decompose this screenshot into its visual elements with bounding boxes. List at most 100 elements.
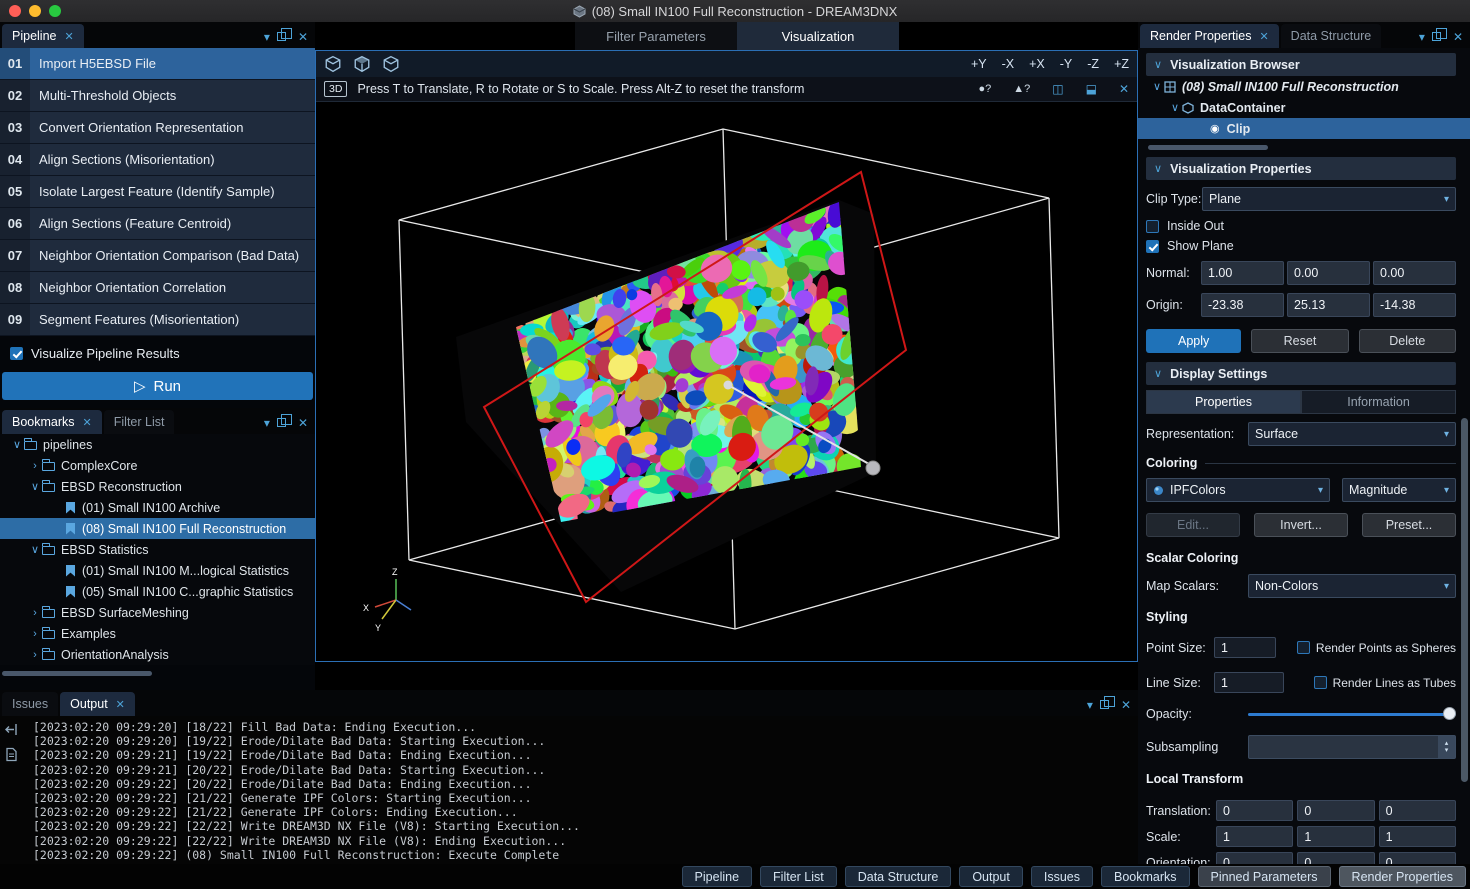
origin-z-input[interactable] [1373, 293, 1456, 317]
save-log-icon[interactable] [4, 747, 19, 762]
camera-minus-x-button[interactable]: -X [1002, 57, 1015, 71]
float-dock-icon[interactable] [1100, 700, 1109, 709]
orientation-y-input[interactable] [1297, 852, 1374, 864]
chevron-right-icon[interactable]: › [28, 628, 42, 640]
visibility-eye-icon[interactable]: ◉ [1210, 122, 1220, 135]
close-tab-icon[interactable]: ✕ [1259, 30, 1268, 43]
chevron-right-icon[interactable]: › [28, 649, 42, 661]
pipeline-item[interactable]: 07 Neighbor Orientation Comparison (Bad … [0, 240, 315, 272]
toggle-output-button[interactable]: Output [959, 866, 1023, 887]
tree-item-ebsd-surfacemeshing[interactable]: › EBSD SurfaceMeshing [0, 602, 315, 623]
close-tab-icon[interactable]: ✕ [116, 698, 125, 711]
tab-filter-list[interactable]: Filter List [104, 410, 175, 434]
tree-item-orientationanalysis[interactable]: › OrientationAnalysis [0, 644, 315, 665]
browser-item-dataset[interactable]: ∨ (08) Small IN100 Full Reconstruction [1146, 76, 1456, 97]
scale-x-input[interactable] [1216, 826, 1293, 847]
toggle-render-properties-button[interactable]: Render Properties [1339, 866, 1466, 887]
pipeline-item[interactable]: 09 Segment Features (Misorientation) [0, 304, 315, 336]
translation-x-input[interactable] [1216, 800, 1293, 821]
tree-item-small-in100-archive[interactable]: (01) Small IN100 Archive [0, 497, 315, 518]
toggle-data-structure-button[interactable]: Data Structure [845, 866, 952, 887]
opacity-slider[interactable] [1248, 704, 1456, 724]
render-lines-tubes-checkbox[interactable] [1314, 676, 1327, 689]
tab-issues[interactable]: Issues [2, 692, 58, 716]
camera-minus-y-button[interactable]: -Y [1060, 57, 1073, 71]
toggle-pinned-parameters-button[interactable]: Pinned Parameters [1198, 866, 1331, 887]
translation-y-input[interactable] [1297, 800, 1374, 821]
normal-z-input[interactable] [1373, 261, 1456, 285]
dock-menu-icon[interactable]: ▾ [264, 31, 270, 43]
run-pipeline-button[interactable]: ▷ Run [2, 372, 313, 400]
tree-item-small-in100-full-reconstruction[interactable]: (08) Small IN100 Full Reconstruction [0, 518, 315, 539]
spin-up-icon[interactable]: ▴ [1445, 740, 1449, 747]
render-points-spheres-checkbox[interactable] [1297, 641, 1310, 654]
camera-plus-z-button[interactable]: +Z [1114, 57, 1129, 71]
spin-down-icon[interactable]: ▾ [1445, 747, 1449, 754]
opacity-slider-handle[interactable] [1443, 707, 1456, 720]
fit-view-icon[interactable] [353, 55, 371, 73]
chevron-down-icon[interactable]: ∨ [28, 480, 42, 493]
orientation-x-input[interactable] [1216, 852, 1293, 864]
close-dock-icon[interactable]: ✕ [1453, 31, 1463, 43]
apply-button[interactable]: Apply [1146, 329, 1241, 353]
tab-bookmarks[interactable]: Bookmarks ✕ [2, 410, 102, 434]
display-settings-header[interactable]: ∨ Display Settings [1146, 362, 1456, 385]
toggle-bookmarks-button[interactable]: Bookmarks [1101, 866, 1190, 887]
toggle-filter-list-button[interactable]: Filter List [760, 866, 837, 887]
close-window-button[interactable] [9, 5, 21, 17]
orientation-cube-icon[interactable] [382, 55, 400, 73]
edit-colors-button[interactable]: Edit... [1146, 513, 1240, 537]
normal-x-input[interactable] [1201, 261, 1284, 285]
delete-button[interactable]: Delete [1359, 329, 1456, 353]
tab-visualization[interactable]: Visualization [737, 22, 899, 50]
float-dock-icon[interactable] [277, 32, 286, 41]
origin-x-input[interactable] [1201, 293, 1284, 317]
pipeline-item[interactable]: 06 Align Sections (Feature Centroid) [0, 208, 315, 240]
preset-colors-button[interactable]: Preset... [1362, 513, 1456, 537]
scale-z-input[interactable] [1379, 826, 1456, 847]
tree-item-crystallographic-statistics[interactable]: (05) Small IN100 C...graphic Statistics [0, 581, 315, 602]
tree-item-ebsd-statistics[interactable]: ∨ EBSD Statistics [0, 539, 315, 560]
origin-y-input[interactable] [1287, 293, 1370, 317]
camera-plus-y-button[interactable]: +Y [971, 57, 987, 71]
zoom-window-button[interactable] [49, 5, 61, 17]
tree-item-ebsd-reconstruction[interactable]: ∨ EBSD Reconstruction [0, 476, 315, 497]
chevron-down-icon[interactable]: ∨ [28, 543, 42, 556]
scrollbar-thumb[interactable] [1148, 145, 1268, 150]
tab-information[interactable]: Information [1301, 390, 1456, 414]
browser-item-datacontainer[interactable]: ∨ DataContainer [1146, 97, 1456, 118]
orientation-z-input[interactable] [1379, 852, 1456, 864]
clip-type-dropdown[interactable]: Plane ▾ [1202, 187, 1456, 211]
toggle-issues-button[interactable]: Issues [1031, 866, 1093, 887]
pipeline-item[interactable]: 01 Import H5EBSD File [0, 48, 315, 80]
close-dock-icon[interactable]: ✕ [298, 31, 308, 43]
show-plane-checkbox[interactable] [1146, 240, 1159, 253]
auto-scroll-icon[interactable] [4, 722, 19, 737]
visualize-results-checkbox[interactable] [10, 347, 23, 360]
point-size-input[interactable] [1214, 637, 1276, 658]
translation-z-input[interactable] [1379, 800, 1456, 821]
map-scalars-dropdown[interactable]: Non-Colors ▾ [1248, 574, 1456, 598]
tab-data-structure[interactable]: Data Structure [1281, 24, 1382, 48]
float-dock-icon[interactable] [277, 418, 286, 427]
tab-render-properties[interactable]: Render Properties ✕ [1140, 24, 1279, 48]
visualization-properties-header[interactable]: ∨ Visualization Properties [1146, 157, 1456, 180]
render-viewport-3d[interactable]: Z X Y [316, 102, 1137, 661]
pipeline-item[interactable]: 08 Neighbor Orientation Correlation [0, 272, 315, 304]
tab-filter-parameters[interactable]: Filter Parameters [575, 22, 737, 50]
close-tab-icon[interactable]: ✕ [83, 416, 92, 429]
invert-colors-button[interactable]: Invert... [1254, 513, 1348, 537]
pipeline-item[interactable]: 05 Isolate Largest Feature (Identify Sam… [0, 176, 315, 208]
chevron-down-icon[interactable]: ∨ [10, 438, 24, 451]
scrollbar-thumb[interactable] [2, 671, 152, 676]
query-cell-icon[interactable]: ▲? [1013, 83, 1030, 95]
dock-menu-icon[interactable]: ▾ [264, 417, 270, 429]
close-dock-icon[interactable]: ✕ [298, 417, 308, 429]
chevron-right-icon[interactable]: › [28, 607, 42, 619]
pipeline-item[interactable]: 02 Multi-Threshold Objects [0, 80, 315, 112]
component-dropdown[interactable]: Magnitude ▾ [1342, 478, 1456, 502]
float-dock-icon[interactable] [1432, 32, 1441, 41]
visualization-browser-header[interactable]: ∨ Visualization Browser [1146, 53, 1456, 76]
split-vertical-icon[interactable]: ⬓ [1086, 82, 1097, 96]
output-log[interactable]: [2023:02:20 09:29:20] [18/22] Fill Bad D… [0, 716, 1138, 864]
